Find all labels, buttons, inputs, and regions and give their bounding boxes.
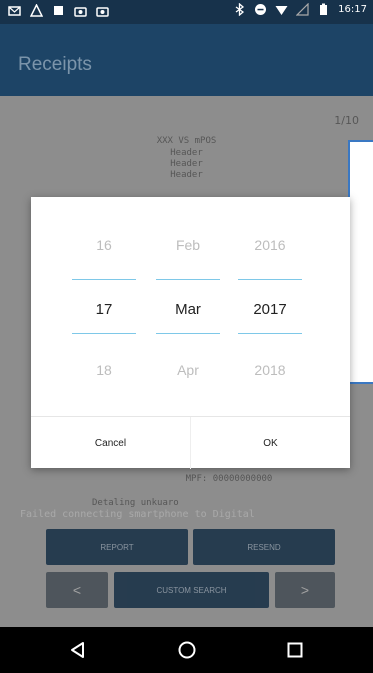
back-icon — [71, 642, 84, 658]
divider — [72, 279, 136, 280]
system-icons: 16:17 — [233, 3, 367, 16]
status-bar: 16:17 — [0, 0, 373, 24]
year-prev[interactable]: 2016 — [235, 237, 305, 253]
date-picker-dialog: 16 17 18 Feb Mar Apr 2016 2017 2018 Canc… — [31, 197, 350, 469]
ok-button[interactable]: OK — [191, 417, 350, 469]
divider — [72, 333, 136, 334]
bluetooth-icon — [235, 3, 245, 16]
dialog-actions: Cancel OK — [31, 416, 350, 469]
side-card — [348, 140, 373, 384]
mail-icon — [8, 6, 21, 16]
day-next[interactable]: 18 — [69, 362, 139, 378]
cancel-button[interactable]: Cancel — [31, 417, 190, 469]
year-next[interactable]: 2018 — [235, 362, 305, 378]
warning-icon — [30, 4, 43, 17]
home-icon — [178, 641, 196, 659]
day-selected[interactable]: 17 — [69, 301, 139, 318]
camera-icon — [96, 7, 109, 17]
day-prev[interactable]: 16 — [69, 237, 139, 253]
divider — [156, 279, 220, 280]
year-selected[interactable]: 2017 — [235, 301, 305, 318]
divider — [238, 333, 302, 334]
home-button[interactable] — [173, 637, 201, 663]
square-icon — [54, 6, 63, 15]
month-selected[interactable]: Mar — [153, 301, 223, 318]
minus-circle-icon — [255, 4, 267, 15]
wifi-icon — [275, 6, 288, 15]
camera-icon — [74, 7, 87, 17]
battery-icon — [320, 3, 328, 15]
page-title: Receipts — [18, 54, 92, 75]
notification-icons — [8, 4, 109, 17]
recents-button[interactable] — [281, 637, 309, 663]
status-time: 16:17 — [338, 4, 367, 15]
month-prev[interactable]: Feb — [153, 237, 223, 253]
divider — [238, 279, 302, 280]
back-button[interactable] — [64, 637, 92, 663]
divider — [156, 333, 220, 334]
app-bar: Receipts — [0, 24, 373, 96]
navigation-bar — [0, 627, 373, 673]
month-next[interactable]: Apr — [153, 362, 223, 378]
signal-icon — [296, 3, 309, 16]
recents-icon — [287, 642, 303, 658]
